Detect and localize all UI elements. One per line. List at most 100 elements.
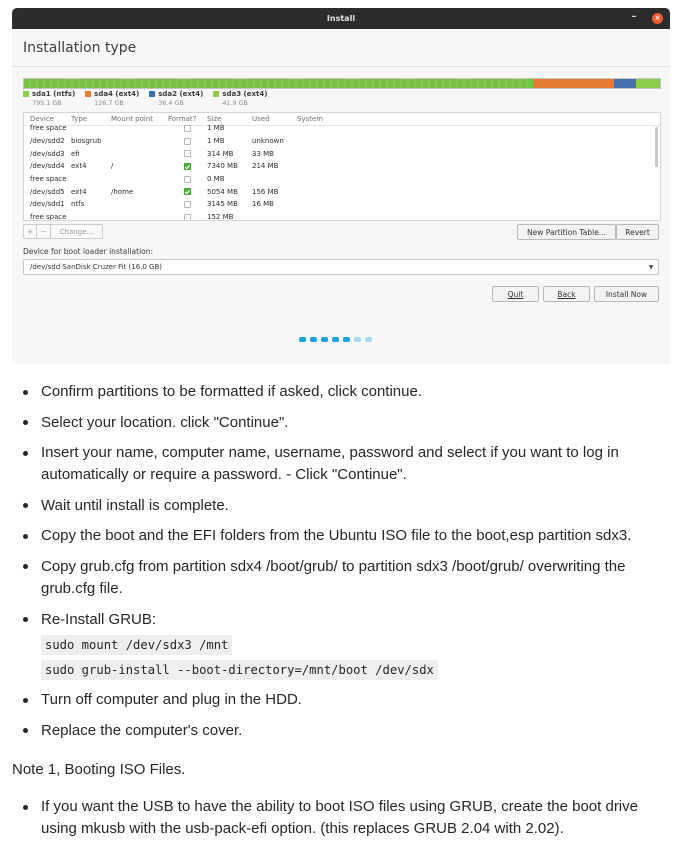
cell-used: 156 MB [252,187,279,196]
legend-swatch [85,91,92,97]
format-checkbox[interactable] [184,137,191,145]
revert-button[interactable]: Revert [616,224,659,240]
usage-segment-sda2 [614,79,636,88]
list-item-text: Turn off computer and plug in the HDD. [41,691,302,709]
progress-dot [365,337,372,342]
steps-list: Confirm partitions to be formatted if as… [12,381,661,750]
column-header-system: System [297,115,324,123]
list-item: Re-Install GRUB: sudo mount /dev/sdx3 /mn… [23,609,661,681]
cell-type: ext4 [71,162,87,171]
boot-loader-label: Device for boot loader installation: [23,247,154,256]
format-checkbox[interactable] [184,150,191,158]
change-partition-button[interactable]: Change... [51,224,103,239]
install-now-button[interactable]: Install Now [594,286,659,302]
format-checkbox[interactable] [184,213,191,220]
page-title: Installation type [23,40,137,56]
cell-format [168,137,207,145]
add-partition-button[interactable]: + [23,224,37,239]
legend-text: sda1 (ntfs) 795.1 GB [32,90,75,107]
cell-format [168,150,207,158]
legend-text: sda3 (ext4) 41.9 GB [222,90,267,107]
list-item-text: If you want the USB to have the ability … [41,798,638,837]
table-row[interactable]: /dev/sdd1 ntfs 3145 MB 16 MB [24,198,660,211]
list-item: If you want the USB to have the ability … [23,796,661,840]
format-checkbox[interactable] [184,162,191,170]
partition-table[interactable]: Device Type Mount point Format? Size Use… [23,112,661,221]
progress-dots [299,337,372,342]
code-line: sudo grub-install --boot-directory=/mnt/… [41,659,438,680]
list-item-text: Re-Install GRUB: [41,610,157,628]
legend-swatch [23,91,29,97]
list-item-text: Confirm partitions to be formatted if as… [41,383,423,400]
table-row[interactable]: /dev/sdd3 efi 314 MB 33 MB [24,147,660,160]
list-item-text: Copy the boot and the EFI folders from t… [41,527,632,545]
remove-partition-button[interactable]: − [37,224,51,239]
progress-dot [332,337,339,342]
list-item: Insert your name, computer name, usernam… [23,442,661,486]
format-checkbox[interactable] [184,188,191,196]
legend-name: sda2 (ext4) [158,90,204,98]
cell-size: 7340 MB [207,162,238,171]
column-header-mount-point: Mount point [111,115,154,123]
cell-device: /dev/sdd5 [30,187,65,196]
column-header-used: Used [252,115,270,123]
window-titlebar: Install – × [12,8,670,29]
cell-size: 152 MB [207,213,234,221]
partition-toolbar: + − Change... [23,224,103,239]
cell-size: 5054 MB [207,187,238,196]
boot-loader-select[interactable]: /dev/sdd SanDisk Cruzer Fit (16.0 GB) ▼ [23,259,659,275]
list-item: Confirm partitions to be formatted if as… [23,381,661,403]
legend-swatch [149,91,156,97]
installer-window: Install – × Installation type sda1 (ntfs… [12,8,670,364]
list-item: Turn off computer and plug in the HDD. [23,689,661,711]
cell-format [168,200,207,208]
list-item-text: Wait until install is complete. [41,496,229,514]
list-item-text: Copy grub.cfg from partition sdx4 /boot/… [41,557,626,597]
cell-size: 0 MB [207,175,225,184]
minimize-icon[interactable]: – [628,11,640,22]
table-row[interactable]: /dev/sdd5 ext4/home 5054 MB 156 MB [24,185,660,198]
progress-dot [321,337,328,342]
cell-mount-point: / [111,162,114,171]
code-line: sudo mount /dev/sdx3 /mnt [41,634,233,655]
close-icon[interactable]: × [652,13,663,24]
legend-text: sda4 (ext4) 126.7 GB [94,90,139,107]
cell-format [168,162,207,170]
legend-text: sda2 (ext4) 36.4 GB [158,90,203,107]
table-row[interactable]: /dev/sdd2 biosgrub 1 MB unknown [24,135,660,148]
list-item: Wait until install is complete. [23,495,661,517]
disk-usage-bar [23,78,661,89]
progress-dot [354,337,361,342]
cell-size: 3145 MB [207,200,238,209]
list-item-text: Select your location. click "Continue". [41,413,289,431]
progress-dot [343,337,350,342]
usage-segment-sda4 [532,79,615,88]
column-header-size: Size [207,115,222,123]
legend-size: 41.9 GB [222,99,248,107]
legend-item: sda4 (ext4) 126.7 GB [85,90,139,107]
table-row[interactable]: free space 1 MB [24,122,660,135]
table-scrollbar[interactable] [655,127,658,167]
column-header-device: Device [30,115,54,123]
table-row[interactable]: /dev/sdd4 ext4 / 7340 MB 214 MB [24,160,660,173]
cell-device: /dev/sdd3 [30,149,65,158]
partition-rows: free space 1 MB/dev/sdd2 biosgrub 1 MB unkno… [24,122,660,221]
cell-type: ntfs [71,200,85,209]
cell-device: /dev/sdd1 [30,200,65,209]
usage-segment-sda1 [24,79,533,88]
new-partition-table-button[interactable]: New Partition Table... [517,224,616,240]
cell-size: 1 MB [207,124,225,133]
format-checkbox[interactable] [184,200,191,208]
table-row[interactable]: free space 0 MB [24,173,660,186]
cell-used: 16 MB [252,200,274,209]
quit-button[interactable]: Quit [492,286,539,302]
boot-loader-value: /dev/sdd SanDisk Cruzer Fit (16.0 GB) [30,263,163,271]
format-checkbox[interactable] [184,124,191,132]
title-divider [12,66,670,67]
format-checkbox[interactable] [184,175,191,183]
back-button[interactable]: Back [543,286,590,302]
cell-mount-point: /home [111,187,134,196]
list-item: Select your location. click "Continue". [23,412,661,434]
cell-device: free space [30,124,67,133]
table-row[interactable]: free space 152 MB [24,211,660,221]
